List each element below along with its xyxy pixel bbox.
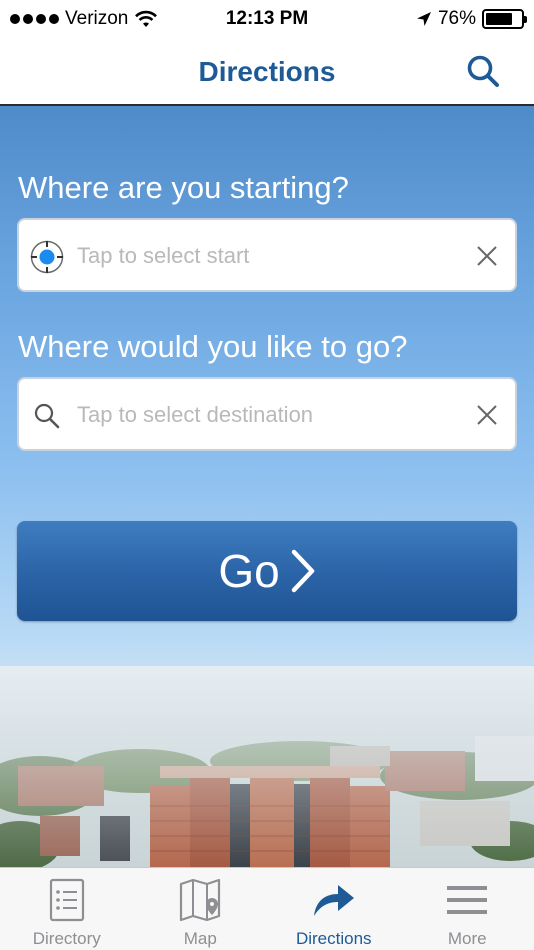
tab-bar: Directory Map Directions More — [0, 867, 534, 950]
locate-icon[interactable] — [29, 239, 65, 275]
menu-icon — [447, 886, 488, 914]
status-bar: Verizon 12:13 PM 76% — [0, 0, 534, 38]
search-icon[interactable] — [464, 52, 504, 92]
destination-question: Where would you like to go? — [18, 329, 408, 364]
tab-label-more: More — [447, 929, 487, 948]
start-field[interactable]: Tap to select start — [17, 218, 517, 292]
start-placeholder: Tap to select start — [77, 243, 250, 268]
clear-icon[interactable] — [475, 244, 499, 268]
tab-label-directions: Directions — [295, 929, 372, 948]
tab-directory[interactable]: Directory — [0, 868, 134, 950]
directory-list-icon — [49, 878, 84, 922]
directions-arrow-icon — [313, 885, 354, 916]
search-icon — [34, 403, 60, 429]
battery-icon — [482, 9, 527, 29]
tab-label-map: Map — [183, 929, 217, 948]
go-button[interactable]: Go — [17, 521, 517, 621]
tab-more[interactable]: More — [401, 868, 534, 950]
map-icon — [180, 878, 221, 922]
tab-map[interactable]: Map — [134, 868, 268, 950]
app-screen: Verizon 12:13 PM 76% Directions Where ar… — [0, 0, 534, 950]
navigation-bar: Directions — [0, 38, 534, 106]
status-right: 76% — [416, 8, 527, 30]
tab-label-directory: Directory — [32, 929, 101, 948]
location-arrow-icon — [416, 12, 431, 26]
destination-field[interactable]: Tap to select destination — [17, 377, 517, 451]
destination-placeholder: Tap to select destination — [77, 402, 314, 427]
go-label: Go — [218, 545, 280, 597]
chevron-right-icon — [291, 549, 314, 593]
campus-aerial-image — [0, 666, 534, 867]
battery-fill — [486, 13, 512, 25]
battery-percent: 76% — [437, 8, 476, 29]
clear-icon[interactable] — [475, 403, 499, 427]
tab-directions[interactable]: Directions — [267, 868, 401, 950]
start-question: Where are you starting? — [18, 170, 349, 205]
page-title: Directions — [198, 56, 336, 87]
directions-form: Where are you starting? Tap to select st… — [0, 106, 534, 867]
